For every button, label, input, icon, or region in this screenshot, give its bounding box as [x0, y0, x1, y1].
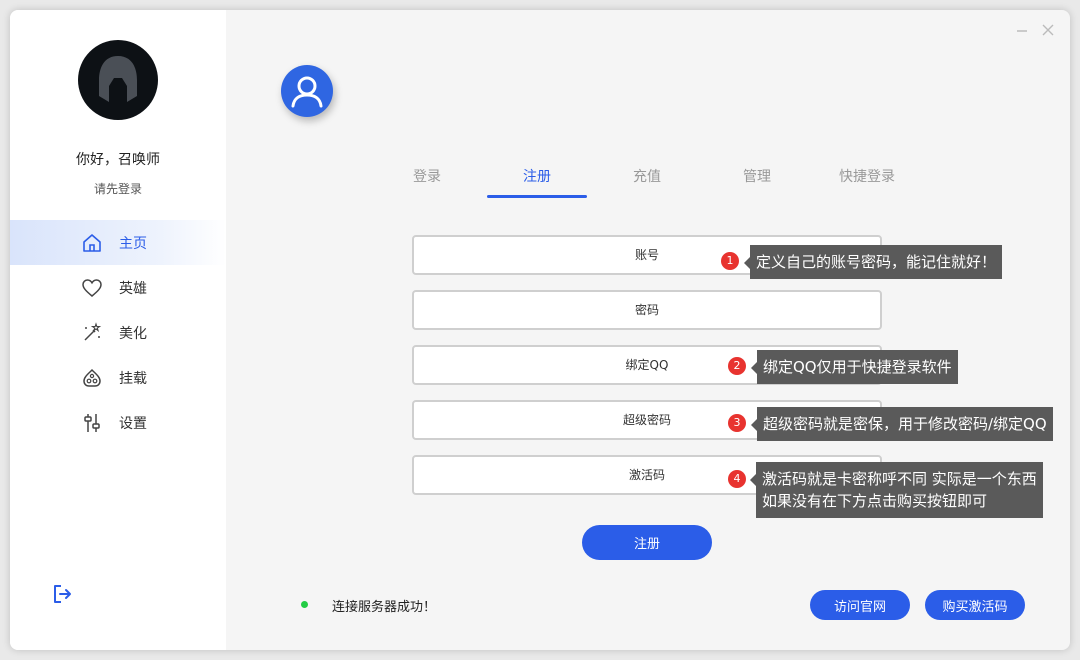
sidebar: 你好，召唤师 请先登录 主页 英雄 美化 挂载 设置: [10, 10, 226, 650]
minimize-icon[interactable]: [1014, 22, 1030, 38]
connection-status-dot: [301, 601, 308, 608]
connection-status-text: 连接服务器成功！: [332, 600, 437, 615]
tip-badge: 1: [721, 252, 739, 270]
tip-badge: 4: [728, 470, 746, 488]
sidebar-item-mount[interactable]: 挂载: [10, 355, 226, 400]
tip-text: 绑定QQ仅用于快捷登录软件: [763, 358, 952, 376]
sidebar-item-label: 设置: [119, 416, 147, 432]
sidebar-item-home[interactable]: 主页: [10, 220, 226, 265]
spartan-helmet-icon: [99, 56, 137, 102]
magic-wand-icon: [84, 322, 102, 341]
avatar: [78, 40, 158, 120]
tab-quick-login[interactable]: 快捷登录: [817, 166, 917, 186]
tip-box: 定义自己的账号密码，能记住就好！: [743, 245, 1003, 279]
sliders-icon: [84, 414, 100, 432]
tip-text: 如果没有在下方点击购买按钮即可: [762, 492, 988, 510]
greeting-text: 你好，召唤师: [76, 152, 160, 168]
active-tab-indicator: [487, 195, 587, 198]
sidebar-item-label: 英雄: [119, 281, 147, 297]
user-icon: [291, 76, 323, 108]
tip-text: 定义自己的账号密码，能记住就好！: [756, 253, 997, 271]
buy-activation-code-button[interactable]: 购买激活码: [925, 590, 1025, 620]
tab-recharge[interactable]: 充值: [597, 166, 697, 186]
tip-text: 激活码就是卡密称呼不同 实际是一个东西: [762, 470, 1037, 488]
visit-website-button[interactable]: 访问官网: [810, 590, 910, 620]
user-avatar-badge: [281, 65, 333, 117]
heart-icon: [82, 279, 102, 297]
home-icon: [83, 234, 101, 252]
tip-box: 激活码就是卡密称呼不同 实际是一个东西 如果没有在下方点击购买按钮即可: [750, 462, 1043, 518]
sidebar-item-label: 挂载: [119, 371, 147, 387]
tip-badge: 3: [728, 414, 746, 432]
tip-box: 绑定QQ仅用于快捷登录软件: [751, 350, 958, 384]
register-button[interactable]: 注册: [582, 525, 712, 560]
tip-badge: 2: [728, 357, 746, 375]
tab-login[interactable]: 登录: [377, 166, 477, 186]
tip-box: 超级密码就是密保，用于修改密码/绑定QQ: [751, 407, 1053, 441]
mount-icon: [83, 368, 101, 387]
app-window: 你好，召唤师 请先登录 主页 英雄 美化 挂载 设置 登录 注册 充值 管理 快…: [10, 10, 1070, 650]
sidebar-item-settings[interactable]: 设置: [10, 400, 226, 445]
tab-manage[interactable]: 管理: [707, 166, 807, 186]
password-input[interactable]: [412, 290, 882, 330]
login-hint: 请先登录: [93, 182, 142, 196]
sidebar-item-label: 美化: [119, 326, 147, 342]
window-controls: [1014, 22, 1056, 38]
tip-text: 超级密码就是密保，用于修改密码/绑定QQ: [763, 415, 1047, 433]
sidebar-item-beautify[interactable]: 美化: [10, 310, 226, 355]
close-icon[interactable]: [1040, 22, 1056, 38]
tab-register[interactable]: 注册: [487, 166, 587, 186]
logout-icon[interactable]: [50, 582, 74, 606]
sidebar-item-heroes[interactable]: 英雄: [10, 265, 226, 310]
sidebar-item-label: 主页: [119, 236, 147, 252]
